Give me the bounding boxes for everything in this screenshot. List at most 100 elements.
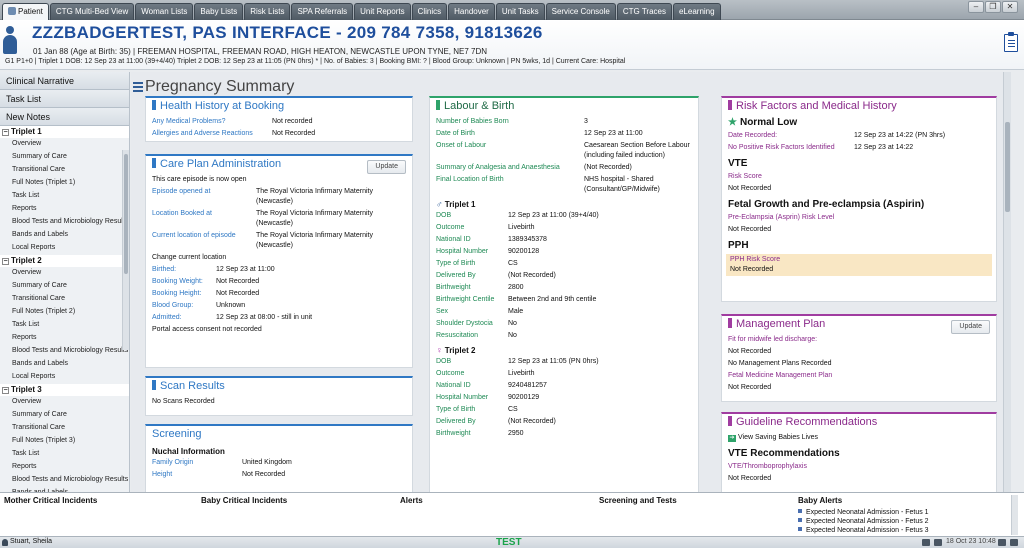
tab-spa-referrals[interactable]: SPA Referrals — [291, 3, 354, 20]
row-label[interactable]: Location Booked at — [152, 209, 256, 229]
tab-handover[interactable]: Handover — [448, 3, 495, 20]
row-label[interactable]: Blood Group: — [152, 301, 216, 311]
star-icon: ★ — [728, 117, 737, 128]
device-icon[interactable] — [934, 539, 942, 546]
sidebar-item[interactable]: Blood Tests and Microbiology Results — [0, 474, 129, 487]
collapse-icon[interactable]: − — [2, 129, 9, 136]
fit-discharge-label[interactable]: Fit for midwife led discharge: — [728, 335, 817, 345]
settings-icon[interactable] — [1010, 539, 1018, 546]
tab-service-console[interactable]: Service Console — [545, 3, 616, 20]
tab-risk-lists[interactable]: Risk Lists — [244, 3, 291, 20]
fetal-medicine-plan-label[interactable]: Fetal Medicine Management Plan — [728, 371, 832, 381]
tab-label: SPA Referrals — [297, 7, 348, 16]
alerts-scrollbar[interactable] — [1011, 495, 1018, 535]
row-label: Hospital Number — [436, 394, 489, 401]
sidebar-item[interactable]: Reports — [0, 203, 129, 216]
minimize-button[interactable]: – — [968, 1, 984, 13]
sidebar-clinical-narrative[interactable]: Clinical Narrative — [0, 72, 129, 90]
sidebar-item[interactable]: Local Reports — [0, 242, 129, 255]
baby-alerts-heading[interactable]: Baby Alerts — [798, 496, 842, 505]
sidebar-item[interactable]: Full Notes (Triplet 3) — [0, 435, 129, 448]
baby-alert-item[interactable]: Expected Neonatal Admission - Fetus 2 — [798, 517, 929, 526]
tab-patient[interactable]: Patient — [2, 3, 49, 20]
sidebar-group-triplet-1[interactable]: − Triplet 1 — [0, 126, 129, 138]
sidebar-item[interactable]: Summary of Care — [0, 280, 129, 293]
management-update-button[interactable]: Update — [951, 320, 990, 334]
sidebar-group-triplet-2[interactable]: − Triplet 2 — [0, 255, 129, 267]
people-icon[interactable] — [922, 539, 930, 546]
sidebar-item[interactable]: Blood Tests and Microbiology Results — [0, 345, 129, 358]
care-plan-update-button[interactable]: Update — [367, 160, 406, 174]
sidebar-scrollbar[interactable] — [122, 150, 129, 350]
collapse-icon[interactable]: − — [2, 387, 9, 394]
tab-ctg-traces[interactable]: CTG Traces — [616, 3, 672, 20]
sidebar-group-triplet-3[interactable]: − Triplet 3 — [0, 384, 129, 396]
row-label[interactable]: Booking Weight: — [152, 277, 216, 287]
screening-tests-heading[interactable]: Screening and Tests — [599, 496, 677, 505]
sidebar-item[interactable]: Transitional Care — [0, 164, 129, 177]
current-user: Stuart, Sheila — [10, 538, 53, 545]
sidebar-item[interactable]: Summary of Care — [0, 151, 129, 164]
sidebar-item[interactable]: Summary of Care — [0, 409, 129, 422]
sidebar-item[interactable]: Overview — [0, 267, 129, 280]
sidebar-item[interactable]: Full Notes (Triplet 1) — [0, 177, 129, 190]
sidebar-item[interactable]: Bands and Labels — [0, 358, 129, 371]
close-button[interactable]: ✕ — [1002, 1, 1018, 13]
row-label[interactable]: Allergies and Adverse Reactions — [152, 129, 272, 139]
pph-risk-score-label[interactable]: PPH Risk Score — [728, 255, 990, 265]
row-label[interactable]: Any Medical Problems? — [152, 117, 272, 127]
sidebar-item[interactable]: Task List — [0, 190, 129, 203]
info-row: Delivered By (Not Recorded) — [430, 270, 698, 282]
sidebar-item[interactable]: Task List — [0, 448, 129, 461]
row-value: 90200128 — [508, 248, 540, 255]
mother-critical-incidents[interactable]: Mother Critical Incidents — [4, 496, 97, 505]
row-label[interactable]: Episode opened at — [152, 187, 256, 207]
sidebar-item[interactable]: Task List — [0, 319, 129, 332]
sidebar-item[interactable]: Local Reports — [0, 371, 129, 384]
change-location-link[interactable]: Change current location — [146, 252, 412, 264]
lock-icon[interactable] — [998, 539, 1006, 546]
tab-ctg-multi-bed-view[interactable]: CTG Multi-Bed View — [49, 3, 135, 20]
pre-eclampsia-risk-label[interactable]: Pre-Eclampsia (Asprin) Risk Level — [728, 213, 834, 223]
row-label[interactable]: Current location of episode — [152, 231, 256, 251]
row-value: Livebirth — [508, 370, 535, 377]
sidebar-new-notes[interactable]: New Notes — [0, 108, 129, 126]
tab-woman-lists[interactable]: Woman Lists — [135, 3, 194, 20]
tab-baby-lists[interactable]: Baby Lists — [194, 3, 244, 20]
tab-clinics[interactable]: Clinics — [411, 3, 448, 20]
info-row: Resuscitation No — [430, 330, 698, 342]
sidebar-item[interactable]: Reports — [0, 461, 129, 474]
restore-button[interactable]: ❐ — [985, 1, 1001, 13]
sidebar-item[interactable]: Overview — [0, 396, 129, 409]
sidebar-item[interactable]: Overview — [0, 138, 129, 151]
status-timestamp: 18 Oct 23 10:48 — [946, 538, 996, 545]
clipboard-icon[interactable] — [1004, 32, 1018, 52]
vte-thromboprophylaxis-label[interactable]: VTE/Thromboprophylaxis — [728, 462, 807, 472]
left-sidebar: Clinical Narrative Task List New Notes −… — [0, 72, 130, 492]
bullet-icon — [798, 527, 802, 531]
sidebar-item[interactable]: Transitional Care — [0, 293, 129, 306]
tab-elearning[interactable]: eLearning — [672, 3, 721, 20]
saving-babies-link[interactable]: View Saving Babies Lives — [738, 434, 818, 441]
row-label[interactable]: Birthed: — [152, 265, 216, 275]
tab-unit-tasks[interactable]: Unit Tasks — [495, 3, 545, 20]
row-value: Unknown — [216, 302, 246, 309]
sidebar-item[interactable]: Blood Tests and Microbiology Results — [0, 216, 129, 229]
tab-unit-reports[interactable]: Unit Reports — [354, 3, 411, 20]
patient-name: ZZZBADGERTEST, PAS INTERFACE - 209 784 7… — [32, 23, 543, 42]
collapse-icon[interactable]: − — [2, 258, 9, 265]
main-scrollbar[interactable] — [1003, 72, 1011, 492]
sidebar-item[interactable]: Full Notes (Triplet 2) — [0, 306, 129, 319]
sidebar-task-list[interactable]: Task List — [0, 90, 129, 108]
alerts-heading[interactable]: Alerts — [400, 496, 423, 505]
baby-alert-item[interactable]: Expected Neonatal Admission - Fetus 3 — [798, 526, 929, 535]
top-tab-bar: Patient CTG Multi-Bed View Woman Lists Baby… — [0, 0, 1024, 20]
sidebar-item[interactable]: Reports — [0, 332, 129, 345]
vte-risk-score-label[interactable]: Risk Score — [728, 172, 762, 182]
row-label[interactable]: Admitted: — [152, 313, 216, 323]
baby-alert-item[interactable]: Expected Neonatal Admission - Fetus 1 — [798, 508, 929, 517]
baby-critical-incidents[interactable]: Baby Critical Incidents — [201, 496, 287, 505]
sidebar-item[interactable]: Transitional Care — [0, 422, 129, 435]
row-label[interactable]: Booking Height: — [152, 289, 216, 299]
sidebar-item[interactable]: Bands and Labels — [0, 229, 129, 242]
